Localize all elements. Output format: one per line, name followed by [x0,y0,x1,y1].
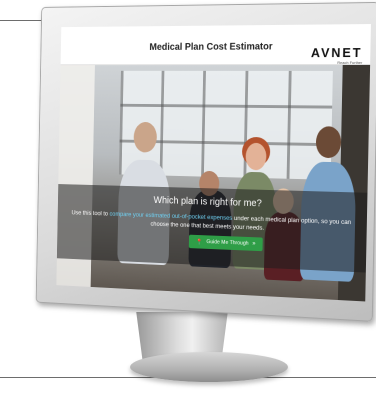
monitor-stand-base [130,352,288,382]
double-chevron-right-icon: » [252,241,255,247]
brand-name: AVNET [311,45,363,60]
map-pin-icon: 📍 [196,238,203,245]
monitor: Medical Plan Cost Estimator AVNET Reach … [36,2,376,322]
app-header: Medical Plan Cost Estimator AVNET Reach … [61,24,371,65]
monitor-screen: Medical Plan Cost Estimator AVNET Reach … [56,24,371,301]
hero-description-start: Use this tool to [71,210,109,218]
brand-logo: AVNET Reach Further [311,45,363,65]
compare-expenses-link[interactable]: compare your estimated out-of-pocket exp… [109,211,232,222]
hero-image [56,65,370,301]
guide-me-through-label: Guide Me Through [206,239,248,247]
